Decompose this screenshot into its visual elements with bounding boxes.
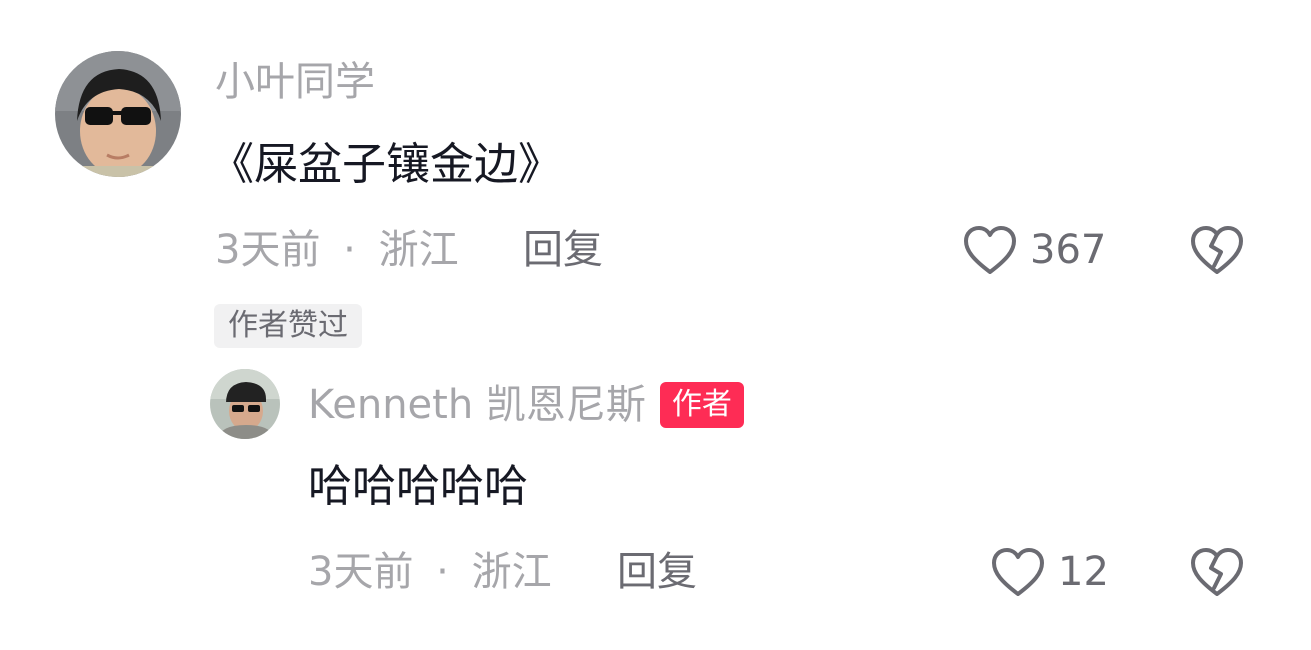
broken-heart-icon: [1190, 546, 1244, 598]
meta-separator: ·: [436, 549, 449, 595]
replier-username[interactable]: Kenneth 凯恩尼斯: [308, 385, 646, 425]
like-button[interactable]: 367: [962, 224, 1106, 276]
replier-name-row: Kenneth 凯恩尼斯 作者: [308, 382, 744, 428]
reply-time: 3天前: [308, 549, 414, 595]
reply-dislike-button[interactable]: [1190, 546, 1244, 602]
replier-avatar[interactable]: [210, 369, 280, 439]
reply-text: 哈哈哈哈哈: [308, 461, 528, 512]
reply-meta: 3天前 · 浙江: [308, 552, 552, 592]
commenter-username[interactable]: 小叶同学: [215, 62, 375, 102]
reply-like-count: 12: [1058, 549, 1109, 595]
comment-text: 《屎盆子镶金边》: [210, 139, 562, 190]
author-liked-badge: 作者赞过: [214, 304, 362, 348]
broken-heart-icon: [1190, 224, 1244, 276]
avatar-photo: [55, 51, 181, 177]
meta-separator: ·: [343, 227, 356, 273]
dislike-button[interactable]: [1190, 224, 1244, 280]
comment-meta: 3天前 · 浙江: [215, 230, 459, 270]
comment-time: 3天前: [215, 227, 321, 273]
reply-button[interactable]: 回复: [523, 230, 603, 270]
avatar-photo: [210, 369, 280, 439]
heart-outline-icon: [962, 224, 1018, 276]
commenter-avatar[interactable]: [55, 51, 181, 177]
comment-thread: 小叶同学 《屎盆子镶金边》 3天前 · 浙江 回复 367 作者赞过 Kenne…: [0, 0, 1311, 650]
reply-reply-button[interactable]: 回复: [617, 552, 697, 592]
heart-outline-icon: [990, 546, 1046, 598]
author-tag-badge: 作者: [659, 382, 744, 428]
reply-location: 浙江: [471, 549, 552, 595]
comment-location: 浙江: [378, 227, 459, 273]
reply-like-button[interactable]: 12: [990, 546, 1109, 598]
like-count: 367: [1030, 227, 1107, 273]
